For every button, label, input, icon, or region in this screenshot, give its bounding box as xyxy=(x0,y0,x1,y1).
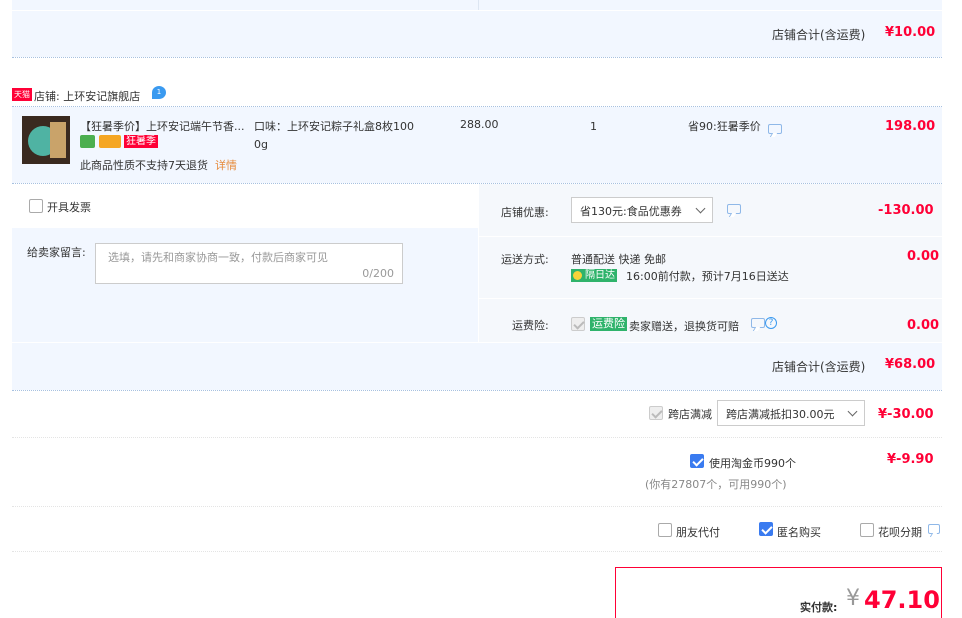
coins-label: 使用淘金币990个 xyxy=(709,457,796,470)
tmall-badge: 天猫 xyxy=(12,88,32,101)
divider xyxy=(12,342,942,343)
invoice-checkbox[interactable] xyxy=(29,199,43,213)
insurance-checkbox xyxy=(571,317,585,331)
message-icon[interactable] xyxy=(928,524,940,534)
anonymous-checkbox[interactable] xyxy=(759,522,773,536)
message-icon[interactable] xyxy=(727,204,741,214)
chat-icon[interactable]: 1 xyxy=(152,86,166,99)
coins-checkbox[interactable] xyxy=(690,454,704,468)
item-title[interactable]: 【狂暑季价】上环安记端午节香... xyxy=(80,118,245,134)
top-total-label: 店铺合计(含运费) xyxy=(772,28,866,42)
coupon-select[interactable]: 省130元:食品优惠券 xyxy=(571,197,713,223)
coupon-label: 店铺优惠: xyxy=(501,206,549,219)
coupon-selected: 省130元:食品优惠券 xyxy=(580,205,682,218)
item-discount: 省90:狂暑季价 xyxy=(688,120,761,133)
cross-store-select[interactable]: 跨店满减抵扣30.00元 xyxy=(717,400,865,426)
insurance-note: 卖家赠送，退换货可赔 xyxy=(629,320,739,333)
message-counter: 0/200 xyxy=(362,267,394,280)
store-name[interactable]: 店铺: 上环安记旗舰店 xyxy=(34,88,140,104)
message-icon[interactable] xyxy=(768,124,782,134)
product-image-accent xyxy=(50,122,66,158)
invoice-label: 开具发票 xyxy=(47,201,91,214)
item-qty: 1 xyxy=(590,120,597,133)
promo-tag: 狂暑季 xyxy=(124,135,158,148)
section-divider xyxy=(12,57,942,58)
insurance-label: 运费险: xyxy=(512,319,549,332)
store-total-label: 店铺合计(含运费) xyxy=(772,360,866,374)
help-icon[interactable]: ? xyxy=(765,317,777,329)
divider xyxy=(12,10,942,11)
item-thumbnail[interactable] xyxy=(22,116,70,164)
item-spec: 口味：上环安记粽子礼盒8枚100 0g xyxy=(254,120,414,151)
coins-note: (你有27807个，可用990个) xyxy=(645,478,787,491)
divider xyxy=(12,551,942,552)
payment-amount: 47.10 xyxy=(864,586,940,614)
friend-pay-label: 朋友代付 xyxy=(676,526,720,539)
cross-store-selected: 跨店满减抵扣30.00元 xyxy=(726,408,835,421)
payment-currency: ¥ xyxy=(846,586,860,611)
cross-store-value: ¥-30.00 xyxy=(878,407,934,422)
payment-box: 实付款: ¥ 47.10 xyxy=(615,567,942,618)
divider xyxy=(12,506,942,507)
store-total-value: ¥68.00 xyxy=(885,357,936,372)
anonymous-label: 匿名购买 xyxy=(777,526,821,539)
payment-label: 实付款: xyxy=(800,601,838,614)
shipping-method: 普通配送 快递 免邮 xyxy=(571,253,666,266)
detail-link[interactable]: 详情 xyxy=(215,157,237,173)
row-divider xyxy=(479,298,942,299)
divider-vertical xyxy=(478,0,479,10)
insurance-badge: 运费险 xyxy=(590,317,627,331)
chevron-down-icon xyxy=(695,203,706,214)
cross-store-label: 跨店满减 xyxy=(668,408,712,421)
divider xyxy=(12,437,942,438)
lightning-icon xyxy=(573,271,582,280)
section-divider xyxy=(12,390,942,391)
shipping-note: 16:00前付款，预计7月16日送达 xyxy=(626,270,789,283)
message-placeholder: 选填，请先和商家协商一致，付款后商家可见 xyxy=(108,251,328,264)
friend-pay-checkbox[interactable] xyxy=(658,523,672,537)
huabei-label: 花呗分期 xyxy=(878,526,922,539)
message-input[interactable]: 选填，请先和商家协商一致，付款后商家可见 0/200 xyxy=(95,243,403,284)
huabei-checkbox[interactable] xyxy=(860,523,874,537)
coins-value: ¥-9.90 xyxy=(887,452,934,467)
return-note: 此商品性质不支持7天退货 xyxy=(80,159,208,172)
card-icon xyxy=(99,135,121,148)
insurance-value: 0.00 xyxy=(907,318,940,333)
shipping-value: 0.00 xyxy=(907,249,940,264)
credit-icon xyxy=(80,135,95,148)
shipping-label: 运送方式: xyxy=(501,253,549,266)
message-label: 给卖家留言: xyxy=(27,246,86,259)
top-total-value: ¥10.00 xyxy=(885,25,936,40)
cross-store-checkbox xyxy=(649,406,663,420)
item-price: 288.00 xyxy=(460,118,499,131)
coupon-value: -130.00 xyxy=(878,203,934,218)
row-divider xyxy=(479,236,942,237)
message-icon[interactable] xyxy=(751,318,765,328)
chevron-down-icon xyxy=(847,406,858,417)
item-subtotal: 198.00 xyxy=(885,119,936,134)
